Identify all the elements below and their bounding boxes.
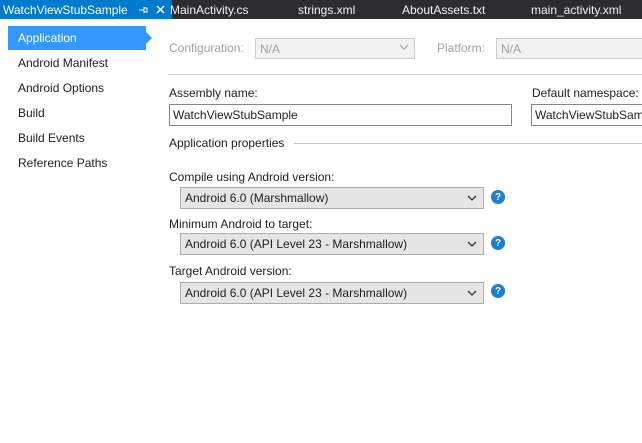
tab-watchviewstubsample[interactable]: WatchViewStubSample xyxy=(0,0,172,19)
chevron-down-icon xyxy=(465,191,479,205)
configuration-bar: Configuration: N/A Platform: N/A xyxy=(160,19,642,75)
nav-item-label: Android Manifest xyxy=(18,56,109,70)
tab-label: WatchViewStubSample xyxy=(3,2,128,17)
property-pages-nav: Application Android Manifest Android Opt… xyxy=(0,19,160,443)
chevron-down-icon xyxy=(465,286,479,300)
divider xyxy=(168,74,642,75)
compile-version-label: Compile using Android version: xyxy=(169,170,335,184)
help-icon[interactable]: ? xyxy=(491,236,505,250)
configuration-label: Configuration: xyxy=(169,41,244,55)
nav-item-label: Android Options xyxy=(18,81,105,95)
platform-value: N/A xyxy=(501,41,522,56)
section-divider xyxy=(294,143,642,144)
default-namespace-input[interactable]: WatchViewStubSample xyxy=(531,104,642,126)
tab-label: MainActivity.cs xyxy=(170,2,249,17)
configuration-select[interactable]: N/A xyxy=(255,38,415,59)
assembly-name-value: WatchViewStubSample xyxy=(173,108,298,122)
chevron-down-icon xyxy=(399,42,409,55)
chevron-down-icon xyxy=(465,237,479,251)
help-glyph: ? xyxy=(494,285,502,297)
tab-label: strings.xml xyxy=(298,2,356,17)
nav-item-android-manifest[interactable]: Android Manifest xyxy=(8,51,146,75)
assembly-name-label: Assembly name: xyxy=(169,86,258,100)
assembly-name-input[interactable]: WatchViewStubSample xyxy=(169,104,512,126)
close-icon[interactable] xyxy=(154,3,168,17)
nav-item-build[interactable]: Build xyxy=(8,101,146,125)
tab-label: AboutAssets.txt xyxy=(402,2,486,17)
target-android-value: Android 6.0 (API Level 23 - Marshmallow) xyxy=(185,286,408,300)
tab-strings-xml[interactable]: strings.xml xyxy=(298,0,355,19)
help-icon[interactable]: ? xyxy=(491,190,505,204)
nav-item-label: Application xyxy=(18,31,77,45)
nav-item-build-events[interactable]: Build Events xyxy=(8,126,146,150)
help-glyph: ? xyxy=(494,237,502,249)
nav-item-label: Reference Paths xyxy=(18,156,108,170)
document-tab-strip: WatchViewStubSample MainActivity.cs stri… xyxy=(0,0,642,19)
nav-item-label: Build xyxy=(18,106,45,120)
nav-item-android-options[interactable]: Android Options xyxy=(8,76,146,100)
target-android-label: Target Android version: xyxy=(169,264,292,278)
compile-version-value: Android 6.0 (Marshmallow) xyxy=(185,191,329,205)
help-glyph: ? xyxy=(494,191,502,203)
target-android-select[interactable]: Android 6.0 (API Level 23 - Marshmallow) xyxy=(180,282,484,304)
platform-select[interactable]: N/A xyxy=(496,38,642,59)
tab-main-activity-xml[interactable]: main_activity.xml xyxy=(531,0,621,19)
nav-item-label: Build Events xyxy=(18,131,85,145)
configuration-value: N/A xyxy=(260,41,281,56)
compile-version-select[interactable]: Android 6.0 (Marshmallow) xyxy=(180,187,484,209)
tab-aboutassets-txt[interactable]: AboutAssets.txt xyxy=(402,0,485,19)
nav-item-reference-paths[interactable]: Reference Paths xyxy=(8,151,146,175)
default-namespace-label: Default namespace: xyxy=(532,86,639,100)
minimum-android-label: Minimum Android to target: xyxy=(169,217,313,231)
minimum-android-value: Android 6.0 (API Level 23 - Marshmallow) xyxy=(185,237,408,251)
minimum-android-select[interactable]: Android 6.0 (API Level 23 - Marshmallow) xyxy=(180,233,484,255)
tab-mainactivity-cs[interactable]: MainActivity.cs xyxy=(170,0,248,19)
tab-label: main_activity.xml xyxy=(531,2,622,17)
platform-label: Platform: xyxy=(437,41,486,55)
nav-item-application[interactable]: Application xyxy=(8,26,152,50)
section-title: Application properties xyxy=(169,136,285,150)
default-namespace-value: WatchViewStubSample xyxy=(535,108,642,122)
pin-icon[interactable] xyxy=(136,3,150,17)
help-icon[interactable]: ? xyxy=(491,284,505,298)
